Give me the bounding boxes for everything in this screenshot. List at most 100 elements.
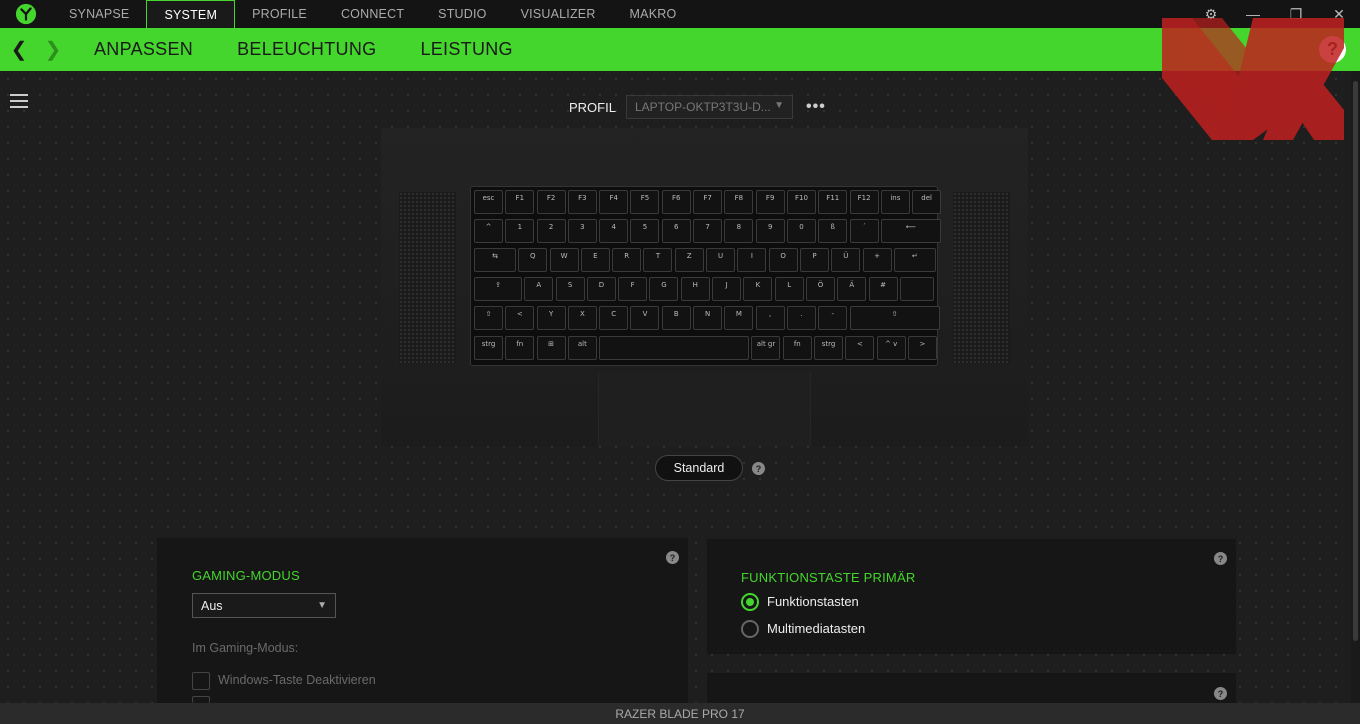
scrollbar-thumb[interactable]: [1353, 81, 1358, 641]
key[interactable]: fn: [505, 336, 535, 360]
key[interactable]: Y: [536, 306, 566, 330]
key[interactable]: A: [524, 277, 554, 301]
key[interactable]: strg: [474, 336, 503, 360]
key[interactable]: [599, 336, 750, 360]
windows-key-checkbox[interactable]: [192, 672, 210, 690]
key[interactable]: ^: [474, 219, 503, 243]
tab-synapse[interactable]: SYNAPSE: [52, 0, 146, 28]
profile-dropdown[interactable]: LAPTOP-OKTP3T3U-D... ▼: [626, 95, 793, 119]
razer-logo-icon[interactable]: [0, 0, 52, 28]
menu-icon[interactable]: [10, 94, 28, 108]
checkbox[interactable]: [192, 696, 210, 703]
key[interactable]: F12: [849, 190, 879, 214]
key[interactable]: <: [845, 336, 875, 360]
standard-button[interactable]: Standard: [655, 455, 743, 481]
key[interactable]: <: [505, 306, 535, 330]
key[interactable]: T: [643, 248, 673, 272]
key[interactable]: C: [599, 306, 629, 330]
key[interactable]: 4: [599, 219, 629, 243]
key[interactable]: S: [555, 277, 585, 301]
key[interactable]: F7: [693, 190, 723, 214]
subtab-leistung[interactable]: LEISTUNG: [420, 39, 512, 60]
key[interactable]: ⇧: [474, 306, 503, 330]
key[interactable]: F8: [724, 190, 754, 214]
tab-makro[interactable]: MAKRO: [613, 0, 694, 28]
key[interactable]: del: [912, 190, 942, 214]
key[interactable]: F2: [536, 190, 566, 214]
key[interactable]: Ö: [805, 277, 835, 301]
key[interactable]: U: [706, 248, 736, 272]
key[interactable]: K: [743, 277, 773, 301]
key[interactable]: 3: [567, 219, 597, 243]
key[interactable]: Q: [518, 248, 548, 272]
tab-connect[interactable]: CONNECT: [324, 0, 421, 28]
key[interactable]: F10: [786, 190, 816, 214]
key[interactable]: alt gr: [751, 336, 781, 360]
gaming-mode-dropdown[interactable]: Aus ▼: [192, 593, 336, 618]
subtab-anpassen[interactable]: ANPASSEN: [94, 39, 193, 60]
key[interactable]: F3: [567, 190, 597, 214]
key[interactable]: R: [612, 248, 642, 272]
key[interactable]: ⇧: [849, 306, 940, 330]
key[interactable]: G: [649, 277, 679, 301]
key[interactable]: F: [618, 277, 648, 301]
key[interactable]: strg: [814, 336, 844, 360]
key[interactable]: fn: [782, 336, 812, 360]
key[interactable]: Ä: [837, 277, 867, 301]
key[interactable]: 7: [693, 219, 723, 243]
key[interactable]: >: [907, 336, 937, 360]
key[interactable]: ins: [880, 190, 910, 214]
key[interactable]: Ü: [831, 248, 861, 272]
key[interactable]: alt: [567, 336, 597, 360]
key[interactable]: 5: [630, 219, 660, 243]
subtab-beleuchtung[interactable]: BELEUCHTUNG: [237, 39, 376, 60]
help-icon[interactable]: ?: [752, 462, 765, 475]
help-icon[interactable]: ?: [1214, 552, 1227, 565]
tab-profile[interactable]: PROFILE: [235, 0, 324, 28]
key[interactable]: V: [630, 306, 660, 330]
key[interactable]: F1: [505, 190, 535, 214]
key[interactable]: 1: [505, 219, 535, 243]
forward-arrow-icon[interactable]: ❯: [36, 28, 70, 71]
radio-multimediatasten[interactable]: [741, 620, 759, 638]
key[interactable]: E: [580, 248, 610, 272]
key[interactable]: F11: [818, 190, 848, 214]
key[interactable]: D: [586, 277, 616, 301]
key[interactable]: +: [862, 248, 892, 272]
key[interactable]: F5: [630, 190, 660, 214]
tab-visualizer[interactable]: VISUALIZER: [504, 0, 613, 28]
key[interactable]: O: [768, 248, 798, 272]
key[interactable]: .: [786, 306, 816, 330]
key[interactable]: X: [567, 306, 597, 330]
key[interactable]: ,: [755, 306, 785, 330]
key[interactable]: M: [724, 306, 754, 330]
key[interactable]: F6: [661, 190, 691, 214]
key[interactable]: F9: [755, 190, 785, 214]
help-icon[interactable]: ?: [1214, 687, 1227, 700]
key[interactable]: ´: [849, 219, 879, 243]
more-options-icon[interactable]: •••: [806, 98, 826, 116]
key[interactable]: 9: [755, 219, 785, 243]
key[interactable]: B: [661, 306, 691, 330]
radio-funktionstasten[interactable]: [741, 593, 759, 611]
key[interactable]: J: [712, 277, 742, 301]
key[interactable]: -: [818, 306, 848, 330]
key[interactable]: F4: [599, 190, 629, 214]
back-arrow-icon[interactable]: ❮: [2, 28, 36, 71]
key[interactable]: #: [868, 277, 898, 301]
tab-system[interactable]: SYSTEM: [146, 0, 236, 28]
key[interactable]: W: [549, 248, 579, 272]
scrollbar[interactable]: [1351, 71, 1360, 703]
key[interactable]: ⊞: [536, 336, 566, 360]
key[interactable]: esc: [474, 190, 503, 214]
key[interactable]: 6: [661, 219, 691, 243]
key[interactable]: 0: [786, 219, 816, 243]
key[interactable]: [899, 277, 934, 301]
key[interactable]: I: [737, 248, 767, 272]
key[interactable]: ß: [818, 219, 848, 243]
key[interactable]: 8: [724, 219, 754, 243]
key[interactable]: P: [799, 248, 829, 272]
key[interactable]: ⟵: [880, 219, 941, 243]
key[interactable]: ↵: [893, 248, 936, 272]
key[interactable]: ^ v: [876, 336, 906, 360]
